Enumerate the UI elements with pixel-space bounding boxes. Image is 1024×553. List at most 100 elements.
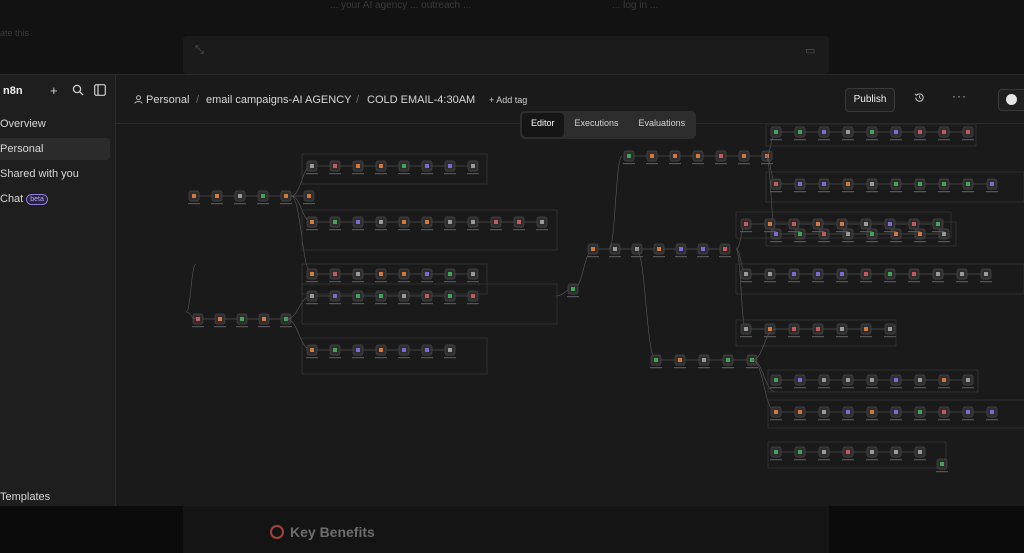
node-icon	[471, 220, 475, 224]
node-icon	[798, 182, 802, 186]
node-icon	[379, 164, 383, 168]
node-label	[719, 256, 731, 258]
connection-line	[185, 263, 197, 313]
n8n-app-window: n8n + Overview Personal Shared with you …	[0, 74, 1024, 507]
node-icon	[798, 450, 802, 454]
node-label	[697, 256, 709, 258]
node-icon	[768, 327, 772, 331]
node-label	[842, 387, 854, 389]
node-label	[866, 419, 878, 421]
breadcrumb-personal[interactable]: Personal	[134, 94, 189, 106]
background-top: ate this ... your AI agency ... outreach…	[0, 0, 1024, 74]
node-label	[398, 173, 410, 175]
node-label	[214, 326, 226, 328]
workflow-canvas[interactable]	[116, 123, 1024, 507]
node-label	[467, 281, 479, 283]
sidebar-item-overview[interactable]: Overview	[0, 113, 110, 135]
node-icon	[650, 154, 654, 158]
node-icon	[471, 164, 475, 168]
node-icon	[918, 182, 922, 186]
node-icon	[942, 410, 946, 414]
node-label	[623, 163, 635, 165]
sidebar-item-label: Overview	[0, 118, 46, 130]
node-label	[609, 256, 621, 258]
target-icon	[270, 525, 284, 539]
node-icon	[742, 154, 746, 158]
node-icon	[333, 272, 337, 276]
node-icon	[942, 232, 946, 236]
node-icon	[402, 294, 406, 298]
node-icon	[966, 378, 970, 382]
node-icon	[822, 232, 826, 236]
node-icon	[912, 272, 916, 276]
sidebar-item-label: Shared with you	[0, 168, 79, 180]
breadcrumb-folder[interactable]: email campaigns-AI AGENCY	[206, 94, 352, 106]
node-label	[842, 139, 854, 141]
node-icon	[936, 272, 940, 276]
expand-icon: ⤡	[195, 44, 204, 56]
node-label	[770, 241, 782, 243]
node-label	[444, 229, 456, 231]
node-label	[932, 231, 944, 233]
node-icon	[894, 182, 898, 186]
node-icon	[816, 222, 820, 226]
node-icon	[936, 222, 940, 226]
sidebar-item-shared[interactable]: Shared with you	[0, 163, 110, 185]
node-icon	[333, 220, 337, 224]
node-label	[567, 296, 579, 298]
sidebar-item-chat[interactable]: Chat beta	[0, 188, 110, 210]
workflow-title[interactable]: COLD EMAIL-4:30AM	[367, 94, 475, 106]
breadcrumb-label: Personal	[146, 94, 190, 106]
account-button[interactable]	[998, 89, 1024, 111]
node-icon	[918, 450, 922, 454]
publish-button[interactable]: Publish	[845, 88, 895, 112]
node-label	[914, 459, 926, 461]
node-icon	[840, 222, 844, 226]
node-label	[211, 203, 223, 205]
node-icon	[379, 348, 383, 352]
add-icon[interactable]: +	[50, 84, 58, 98]
node-icon	[846, 410, 850, 414]
node-label	[842, 459, 854, 461]
sidebar-item-personal[interactable]: Personal	[0, 138, 110, 160]
node-label	[329, 303, 341, 305]
background-faint-text: ... your AI agency ... outreach ...	[330, 0, 472, 11]
node-icon	[310, 294, 314, 298]
node-icon	[774, 232, 778, 236]
node-label	[280, 203, 292, 205]
node-icon	[942, 378, 946, 382]
node-label	[722, 367, 734, 369]
node-icon	[846, 450, 850, 454]
search-icon[interactable]	[72, 84, 84, 99]
user-icon	[134, 95, 143, 104]
node-icon	[379, 294, 383, 298]
node-label	[890, 419, 902, 421]
node-label	[375, 281, 387, 283]
node-label	[836, 231, 848, 233]
more-options-icon[interactable]: ···	[952, 89, 967, 103]
node-label	[352, 303, 364, 305]
node-icon	[942, 130, 946, 134]
node-label	[306, 281, 318, 283]
node-icon	[816, 327, 820, 331]
node-label	[444, 281, 456, 283]
node-label	[794, 387, 806, 389]
node-icon	[218, 317, 222, 321]
sidebar-item-templates[interactable]: Templates	[0, 486, 110, 508]
node-icon	[798, 378, 802, 382]
node-label	[936, 471, 948, 473]
node-label	[842, 419, 854, 421]
node-icon	[918, 130, 922, 134]
add-tag-button[interactable]: + Add tag	[489, 95, 527, 105]
node-icon	[696, 154, 700, 158]
sidebar-toggle-icon[interactable]	[94, 84, 106, 99]
node-label	[938, 191, 950, 193]
node-label	[908, 281, 920, 283]
node-label	[818, 459, 830, 461]
node-label	[962, 387, 974, 389]
node-icon	[774, 130, 778, 134]
node-label	[329, 229, 341, 231]
history-icon[interactable]	[914, 92, 925, 106]
node-icon	[192, 194, 196, 198]
node-icon	[448, 272, 452, 276]
